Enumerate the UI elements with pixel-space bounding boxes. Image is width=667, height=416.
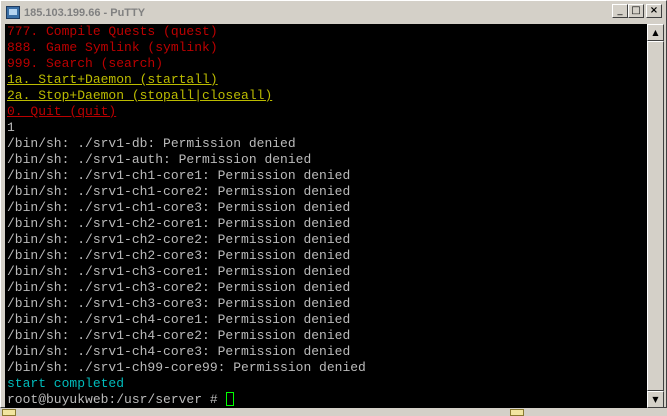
folder-icon[interactable]: [510, 409, 524, 416]
vertical-scrollbar[interactable]: ▲ ▼: [647, 24, 664, 408]
menu-line: 777. Compile Quests (quest): [7, 24, 218, 39]
menu-line: 2a. Stop+Daemon (stopall|closeall): [7, 88, 273, 103]
close-button[interactable]: ×: [646, 4, 662, 18]
input-echo: 1: [7, 120, 15, 135]
putty-icon[interactable]: [6, 6, 20, 19]
taskbar-strip: [0, 408, 667, 416]
menu-line: 999. Search (search): [7, 56, 164, 71]
text-cursor: [226, 392, 235, 406]
shell-prompt: root@buyukweb:/usr/server #: [7, 392, 226, 407]
output-line: /bin/sh: ./srv1-ch3-core3: Permission de…: [7, 296, 351, 311]
output-line: /bin/sh: ./srv1-ch4-core1: Permission de…: [7, 312, 351, 327]
output-line: /bin/sh: ./srv1-ch4-core2: Permission de…: [7, 328, 351, 343]
putty-window: 185.103.199.66 - PuTTY _ □ × 777. Compil…: [0, 0, 667, 408]
caption-buttons: _ □ ×: [612, 4, 662, 18]
scrollbar-thumb[interactable]: [647, 41, 664, 391]
maximize-button[interactable]: □: [628, 4, 644, 18]
output-line: /bin/sh: ./srv1-ch1-core2: Permission de…: [7, 184, 351, 199]
terminal-screen[interactable]: 777. Compile Quests (quest) 888. Game Sy…: [5, 24, 647, 408]
scroll-down-arrow-icon[interactable]: ▼: [647, 391, 664, 408]
output-line: /bin/sh: ./srv1-ch2-core1: Permission de…: [7, 216, 351, 231]
minimize-button[interactable]: _: [612, 4, 628, 18]
prompt-line[interactable]: root@buyukweb:/usr/server #: [7, 392, 235, 408]
folder-icon[interactable]: [2, 409, 16, 416]
output-line: /bin/sh: ./srv1-ch4-core3: Permission de…: [7, 344, 351, 359]
output-line: /bin/sh: ./srv1-ch1-core3: Permission de…: [7, 200, 351, 215]
output-line: /bin/sh: ./srv1-ch2-core3: Permission de…: [7, 248, 351, 263]
menu-line: 1a. Start+Daemon (startall): [7, 72, 218, 87]
output-line: /bin/sh: ./srv1-ch99-core99: Permission …: [7, 360, 366, 375]
output-line: /bin/sh: ./srv1-ch2-core2: Permission de…: [7, 232, 351, 247]
title-bar[interactable]: 185.103.199.66 - PuTTY _ □ ×: [3, 3, 664, 22]
menu-line: 888. Game Symlink (symlink): [7, 40, 218, 55]
menu-line: 0. Quit (quit): [7, 104, 117, 119]
status-line: start completed: [7, 376, 125, 391]
output-line: /bin/sh: ./srv1-ch3-core2: Permission de…: [7, 280, 351, 295]
output-line: /bin/sh: ./srv1-ch3-core1: Permission de…: [7, 264, 351, 279]
window-title: 185.103.199.66 - PuTTY: [24, 6, 146, 19]
scroll-up-arrow-icon[interactable]: ▲: [647, 24, 664, 41]
output-line: /bin/sh: ./srv1-ch1-core1: Permission de…: [7, 168, 351, 183]
output-line: /bin/sh: ./srv1-db: Permission denied: [7, 136, 296, 151]
output-line: /bin/sh: ./srv1-auth: Permission denied: [7, 152, 312, 167]
